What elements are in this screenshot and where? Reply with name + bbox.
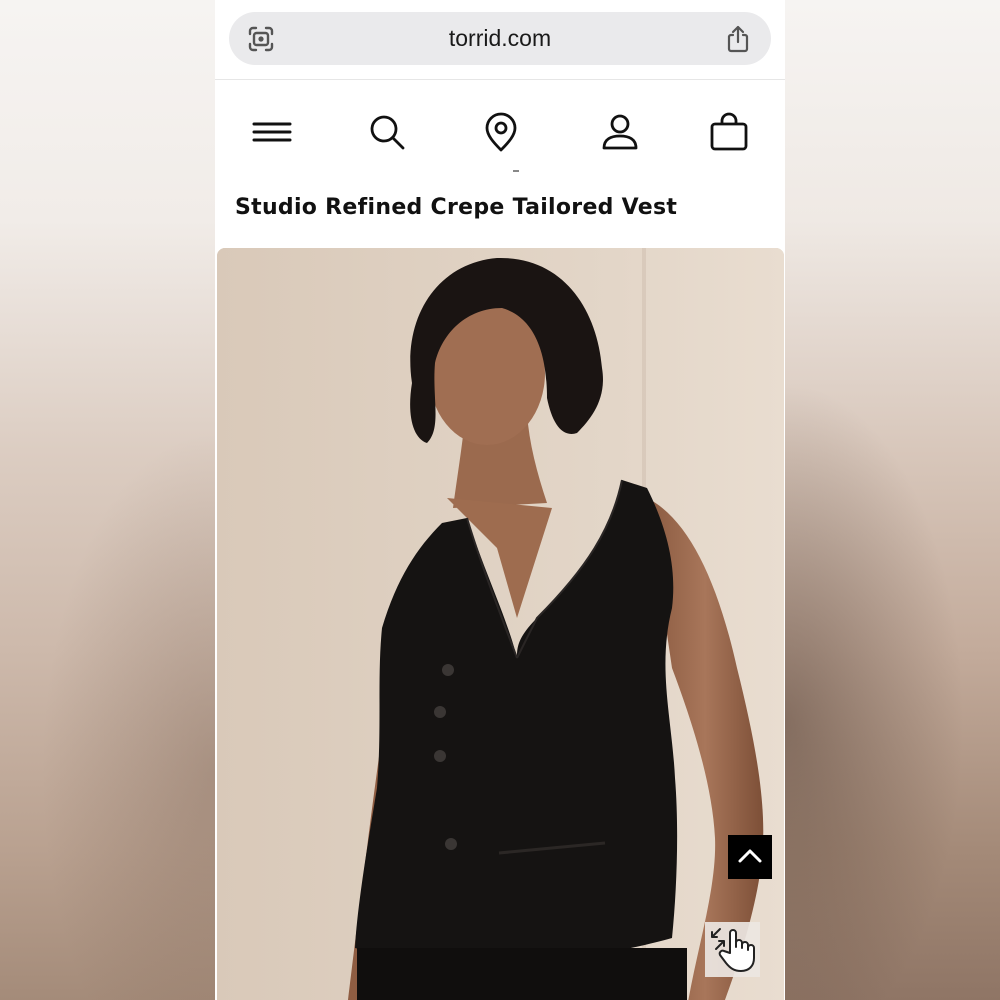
url-text[interactable]: torrid.com xyxy=(229,25,771,52)
carousel-indicator xyxy=(513,170,519,172)
account-icon[interactable] xyxy=(600,112,640,152)
divider xyxy=(215,79,785,80)
pinch-zoom-hand-icon xyxy=(708,923,758,977)
product-title: Studio Refined Crepe Tailored Vest xyxy=(235,195,678,220)
bag-icon[interactable] xyxy=(709,112,749,152)
phone-screen: torrid.com Studio Refined Crepe Tailored… xyxy=(215,0,785,1000)
location-icon[interactable] xyxy=(481,112,521,152)
product-image[interactable] xyxy=(217,248,784,1000)
chevron-up-icon xyxy=(737,846,763,868)
share-icon[interactable] xyxy=(723,24,753,54)
search-icon[interactable] xyxy=(367,112,407,152)
blurred-background-left xyxy=(0,0,215,1000)
zoom-button[interactable] xyxy=(705,922,760,977)
blurred-background-right xyxy=(785,0,1000,1000)
address-bar[interactable]: torrid.com xyxy=(229,12,771,65)
scroll-to-top-button[interactable] xyxy=(728,835,772,879)
menu-icon[interactable] xyxy=(252,112,292,152)
